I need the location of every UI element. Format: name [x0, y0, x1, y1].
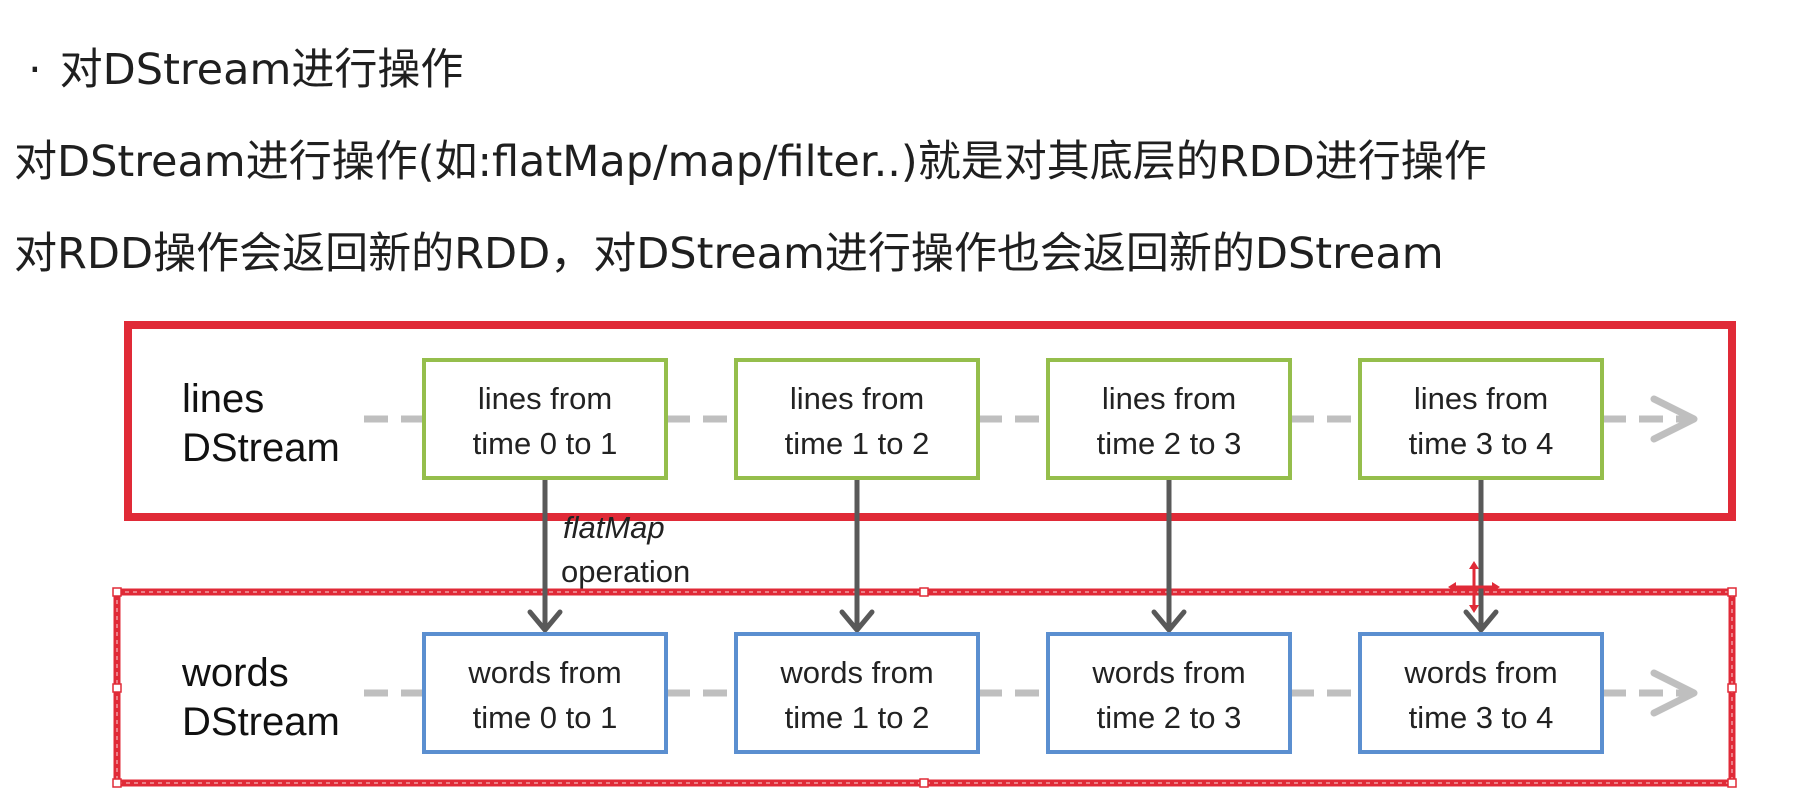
words-stream-label-2: DStream	[182, 700, 340, 744]
lines-batches: lines from time 0 to 1 lines from time 1 to…	[422, 358, 1604, 480]
words-batch-box: words from time 2 to 3	[1046, 632, 1292, 754]
resize-handle[interactable]	[1727, 587, 1737, 597]
words-batch-line-2: time 2 to 3	[1097, 700, 1242, 735]
lines-batch-line-2: time 1 to 2	[785, 426, 930, 461]
lines-batch-line-2: time 0 to 1	[473, 426, 618, 461]
words-batch-box: words from time 3 to 4	[1358, 632, 1604, 754]
words-batch-line-1: words from	[467, 655, 621, 690]
words-batch-line-2: time 3 to 4	[1409, 700, 1554, 735]
words-batches: words from time 0 to 1 words from time 1 to…	[422, 632, 1604, 754]
words-batch-line-2: time 0 to 1	[473, 700, 618, 735]
resize-handle[interactable]	[112, 587, 122, 597]
words-stream-label-1: words	[181, 651, 289, 695]
lines-batch-line-1: lines from	[790, 381, 924, 416]
dstream-diagram: lines DStream words DStream lines from ti…	[112, 321, 1737, 788]
lines-batch-box: lines from time 1 to 2	[734, 358, 980, 480]
words-batch-line-1: words from	[1403, 655, 1557, 690]
lines-batch-line-1: lines from	[1102, 381, 1236, 416]
lines-batch-line-1: lines from	[1414, 381, 1548, 416]
lines-stream-label-1: lines	[182, 377, 264, 421]
resize-handle[interactable]	[112, 778, 122, 788]
resize-handle[interactable]	[1727, 683, 1737, 693]
words-batch-line-1: words from	[779, 655, 933, 690]
lines-stream-label-2: DStream	[182, 426, 340, 470]
operation-name: flatMap	[563, 510, 665, 545]
resize-handle[interactable]	[112, 683, 122, 693]
lines-batch-line-1: lines from	[478, 381, 612, 416]
words-batch-box: words from time 1 to 2	[734, 632, 980, 754]
resize-handle[interactable]	[919, 778, 929, 788]
words-batch-line-2: time 1 to 2	[785, 700, 930, 735]
resize-handle[interactable]	[919, 587, 929, 597]
lines-batch-box: lines from time 3 to 4	[1358, 358, 1604, 480]
lines-batch-box: lines from time 0 to 1	[422, 358, 668, 480]
words-batch-line-1: words from	[1091, 655, 1245, 690]
resize-handle[interactable]	[1727, 778, 1737, 788]
lines-batch-box: lines from time 2 to 3	[1046, 358, 1292, 480]
operation-label: operation	[561, 554, 690, 589]
words-batch-box: words from time 0 to 1	[422, 632, 668, 754]
lines-batch-line-2: time 2 to 3	[1097, 426, 1242, 461]
move-cursor-icon	[1448, 561, 1500, 613]
lines-batch-line-2: time 3 to 4	[1409, 426, 1554, 461]
